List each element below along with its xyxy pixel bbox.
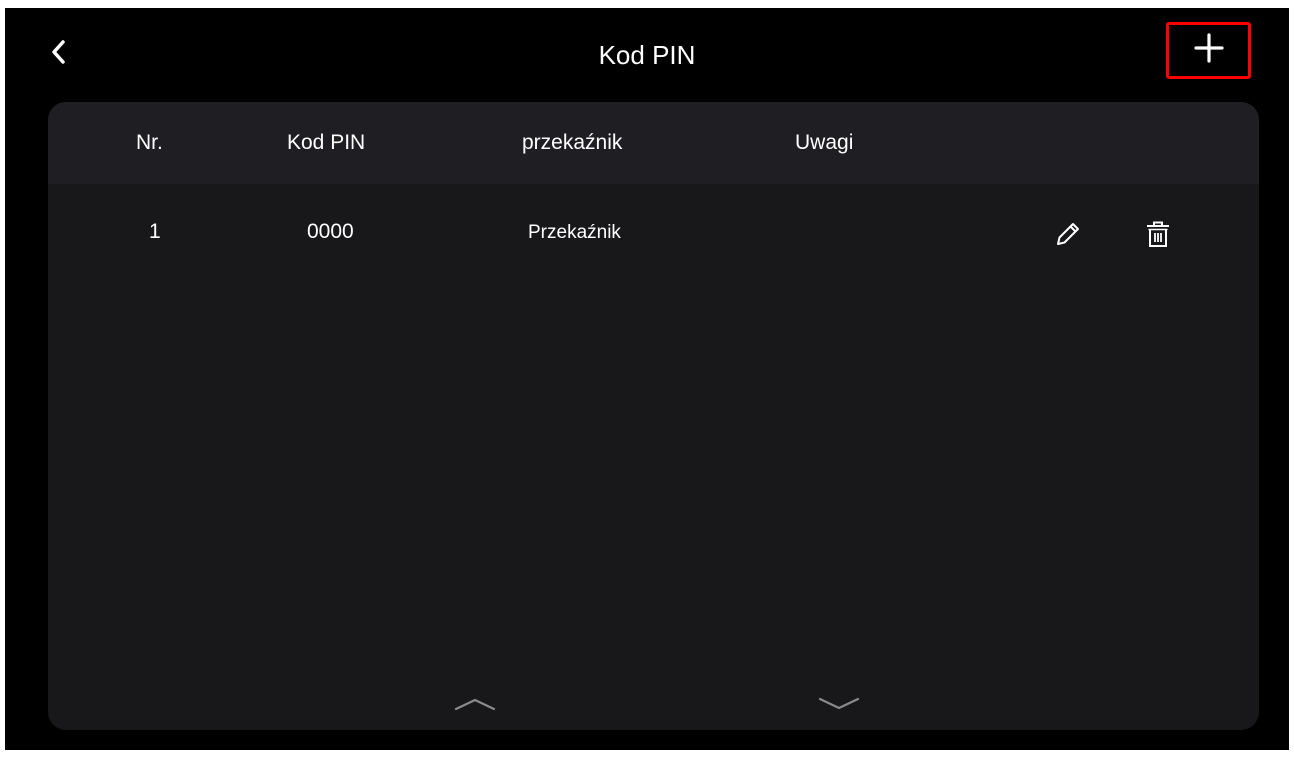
add-pin-button[interactable] xyxy=(1166,22,1251,79)
chevron-up-icon xyxy=(453,696,497,717)
trash-icon xyxy=(1143,219,1173,254)
column-header-relay: przekaźnik xyxy=(522,131,623,154)
back-button[interactable] xyxy=(41,34,77,74)
delete-button[interactable] xyxy=(1136,214,1180,258)
column-header-nr: Nr. xyxy=(136,131,163,154)
chevron-down-icon xyxy=(817,696,861,717)
pin-code-screen: Kod PIN Nr. Kod PIN przekaźnik Uwagi 1 0… xyxy=(5,8,1289,750)
plus-icon xyxy=(1193,33,1224,68)
table-header: Nr. Kod PIN przekaźnik Uwagi xyxy=(48,102,1259,184)
row-pin: 0000 xyxy=(307,220,354,243)
chevron-left-icon xyxy=(51,39,67,70)
edit-button[interactable] xyxy=(1046,214,1090,258)
column-header-notes: Uwagi xyxy=(795,131,854,154)
page-up-button[interactable] xyxy=(445,688,505,724)
page-down-button[interactable] xyxy=(809,688,869,724)
pencil-icon xyxy=(1053,219,1083,254)
page-title: Kod PIN xyxy=(598,40,696,70)
column-header-pin: Kod PIN xyxy=(287,131,366,154)
row-relay: Przekaźnik xyxy=(528,222,621,243)
top-bar: Kod PIN xyxy=(5,8,1289,100)
row-nr: 1 xyxy=(149,220,161,243)
pin-table-panel: Nr. Kod PIN przekaźnik Uwagi 1 0000 Prze… xyxy=(48,102,1259,730)
